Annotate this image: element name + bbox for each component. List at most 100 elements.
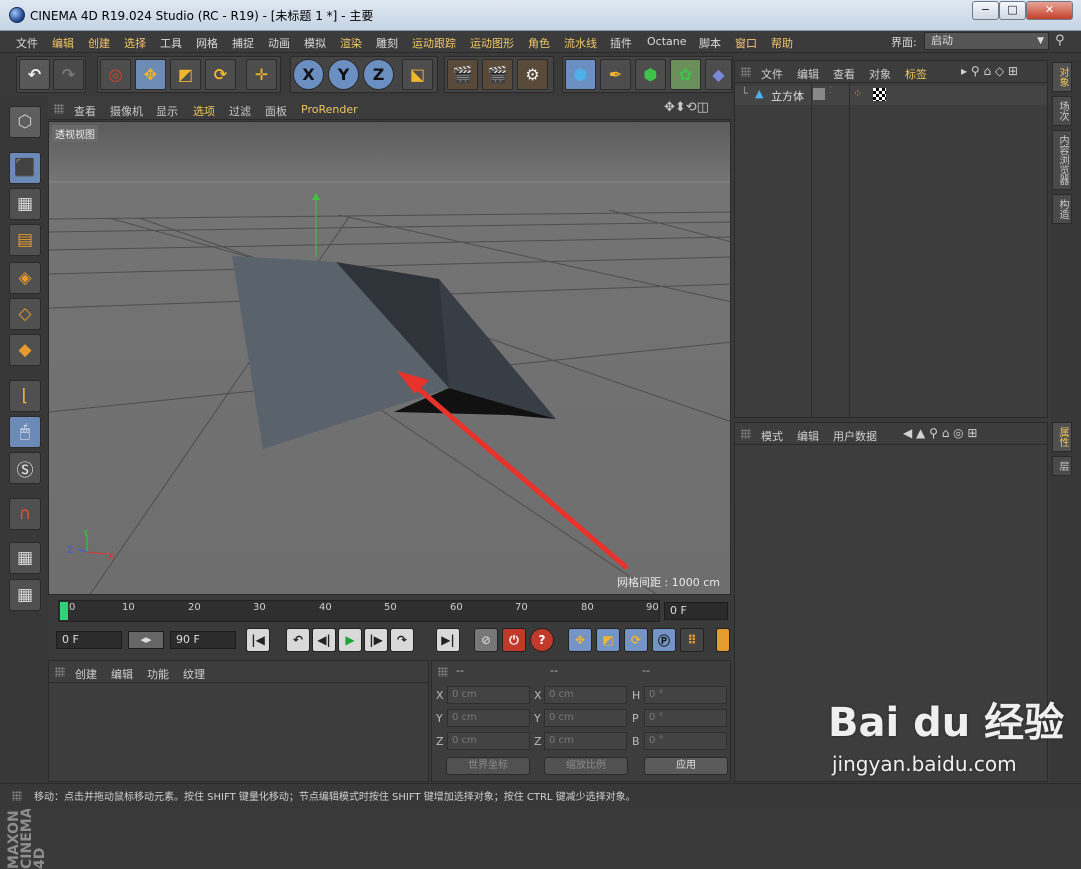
polygons-mode-icon[interactable]: ◆ — [9, 334, 41, 366]
viewport-menu-panel[interactable]: 面板 — [265, 103, 287, 119]
material-tag-icon[interactable] — [873, 88, 886, 101]
pos-x-field[interactable]: 0 cm — [447, 686, 530, 704]
scale-ratio-select[interactable]: 缩放比例 — [544, 757, 628, 775]
key-pla-icon[interactable]: ⠿ — [680, 628, 704, 652]
record-active-icon[interactable]: ⊘ — [474, 628, 498, 652]
menu-mesh[interactable]: 网格 — [196, 35, 218, 51]
object-menu-tags[interactable]: 标签 — [905, 66, 927, 82]
planar-workplane-icon[interactable]: ▦ — [9, 579, 41, 611]
object-menu-edit[interactable]: 编辑 — [797, 66, 819, 82]
autokey-icon[interactable]: ⏻ — [502, 628, 526, 652]
points-mode-icon[interactable]: ◈ — [9, 262, 41, 294]
deformer-icon[interactable]: ◆ — [705, 59, 732, 90]
object-menu-object[interactable]: 对象 — [869, 66, 891, 82]
pos-y-field[interactable]: 0 cm — [447, 709, 530, 727]
axis-mode-icon[interactable]: ⌊ — [9, 380, 41, 412]
grip-icon[interactable] — [741, 67, 751, 77]
move-icon[interactable]: ✥ — [135, 59, 166, 90]
keyframe-help-icon[interactable]: ? — [530, 628, 554, 652]
timeline-layout-icon[interactable] — [716, 628, 730, 652]
make-editable-icon[interactable]: ⬡ — [9, 106, 41, 138]
menu-character[interactable]: 角色 — [528, 35, 550, 51]
rotate-icon[interactable]: ⟳ — [205, 59, 236, 90]
key-scale-icon[interactable]: ◩ — [596, 628, 620, 652]
lock-workplane-icon[interactable]: ▦ — [9, 542, 41, 574]
tab-attributes[interactable]: 属性 — [1052, 422, 1072, 452]
menu-octane[interactable]: Octane — [647, 35, 687, 48]
end-frame-field[interactable]: 90 F — [170, 631, 236, 649]
subdivision-surface-icon[interactable]: ⬢ — [635, 59, 666, 90]
menu-animate[interactable]: 动画 — [268, 35, 290, 51]
cloner-icon[interactable]: ✿ — [670, 59, 701, 90]
playhead[interactable] — [60, 602, 68, 620]
scale-icon[interactable]: ◩ — [170, 59, 201, 90]
world-coords-select[interactable]: 世界坐标 — [446, 757, 530, 775]
menu-pipeline[interactable]: 流水线 — [564, 35, 597, 51]
edges-mode-icon[interactable]: ◇ — [9, 298, 41, 330]
menu-window[interactable]: 窗口 — [735, 35, 757, 51]
object-menu-view[interactable]: 查看 — [833, 66, 855, 82]
layer-icon[interactable] — [813, 88, 825, 100]
key-parameter-icon[interactable]: Ⓟ — [652, 628, 676, 652]
magnet-icon[interactable]: ∩ — [9, 498, 41, 530]
object-row[interactable]: └ ▲ 立方体 ⁚ ⁘ — [735, 86, 1047, 105]
start-frame-field[interactable]: 0 F — [56, 631, 122, 649]
frame-range-slider[interactable]: ◂▸ — [128, 631, 164, 649]
close-button[interactable]: ✕ — [1026, 1, 1073, 20]
attr-nav-icons[interactable]: ◀ ▲ ⚲ ⌂ ◎ ⊞ — [903, 426, 977, 440]
menu-edit[interactable]: 编辑 — [52, 35, 74, 51]
minimize-button[interactable]: − — [972, 1, 999, 20]
go-to-start-icon[interactable]: |◀ — [246, 628, 270, 652]
snap-icon[interactable]: Ⓢ — [9, 452, 41, 484]
tab-layers[interactable]: 层 — [1052, 456, 1072, 476]
render-settings-icon[interactable]: ⚙ — [517, 59, 548, 90]
y-axis-handle[interactable] — [312, 193, 320, 200]
size-x-field[interactable]: 0 cm — [544, 686, 627, 704]
size-y-field[interactable]: 0 cm — [544, 709, 627, 727]
tweak-mode-icon[interactable]: 🖱 — [9, 416, 41, 448]
attr-menu-user-data[interactable]: 用户数据 — [833, 428, 877, 444]
tab-takes[interactable]: 场次 — [1052, 96, 1072, 126]
tab-objects[interactable]: 对象 — [1052, 62, 1072, 92]
search-icon[interactable]: ⚲ — [1055, 33, 1065, 48]
prev-key-icon[interactable]: ↶ — [286, 628, 310, 652]
material-menu-function[interactable]: 功能 — [147, 666, 169, 682]
maximize-button[interactable]: □ — [999, 1, 1026, 20]
rot-b-field[interactable]: 0 ° — [644, 732, 727, 750]
attr-menu-edit[interactable]: 编辑 — [797, 428, 819, 444]
menu-tools[interactable]: 工具 — [160, 35, 182, 51]
viewport-menu-view[interactable]: 查看 — [74, 103, 96, 119]
layout-select[interactable]: 启动 ▼ — [924, 32, 1049, 50]
play-icon[interactable]: ▶ — [338, 628, 362, 652]
attr-menu-mode[interactable]: 模式 — [761, 428, 783, 444]
redo-icon[interactable]: ↷ — [53, 59, 84, 90]
pos-z-field[interactable]: 0 cm — [447, 732, 530, 750]
menu-file[interactable]: 文件 — [16, 35, 38, 51]
object-search-icons[interactable]: ▸ ⚲ ⌂ ◇ ⊞ — [961, 64, 1018, 78]
viewport-menu-camera[interactable]: 摄像机 — [110, 103, 143, 119]
rot-p-field[interactable]: 0 ° — [644, 709, 727, 727]
material-menu-create[interactable]: 创建 — [75, 666, 97, 682]
go-to-end-icon[interactable]: ▶| — [436, 628, 460, 652]
viewport-navigate-icons[interactable]: ✥⬍⟲◫ — [664, 100, 709, 115]
grip-icon[interactable] — [54, 104, 64, 114]
grip-icon[interactable] — [438, 667, 448, 677]
menu-select[interactable]: 选择 — [124, 35, 146, 51]
workplane-mode-icon[interactable]: ▤ — [9, 224, 41, 256]
size-z-field[interactable]: 0 cm — [544, 732, 627, 750]
pen-icon[interactable]: ✒ — [600, 59, 631, 90]
current-frame-field[interactable]: 0 F — [664, 602, 728, 620]
perspective-viewport[interactable]: Y X Z 透视视图 网格间距 : 1000 cm — [48, 121, 731, 595]
viewport-menu-filter[interactable]: 过滤 — [229, 103, 251, 119]
menu-sculpt[interactable]: 雕刻 — [376, 35, 398, 51]
menu-snap[interactable]: 捕捉 — [232, 35, 254, 51]
menu-plugins[interactable]: 插件 — [610, 35, 632, 51]
coordinate-system-icon[interactable]: ⬕ — [402, 59, 433, 90]
menu-motion-tracking[interactable]: 运动跟踪 — [412, 35, 456, 51]
model-mode-icon[interactable]: ⬛ — [9, 152, 41, 184]
menu-render[interactable]: 渲染 — [340, 35, 362, 51]
y-axis-lock-icon[interactable]: Y — [328, 59, 359, 90]
menu-help[interactable]: 帮助 — [771, 35, 793, 51]
undo-icon[interactable]: ↶ — [19, 59, 50, 90]
grip-icon[interactable] — [741, 429, 751, 439]
